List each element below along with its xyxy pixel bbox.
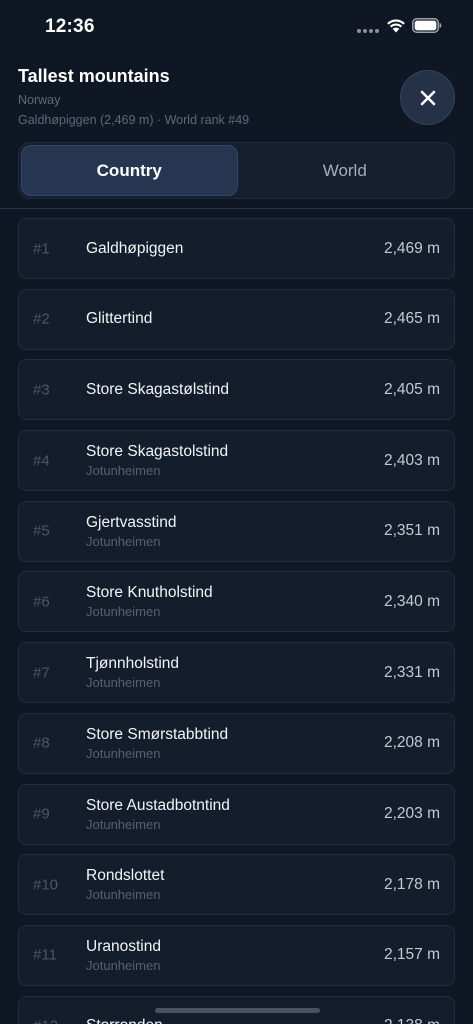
mountain-text: Store Austadbotntind Jotunheimen (86, 785, 230, 844)
mountain-rank: #1 (33, 240, 50, 257)
mountain-height: 2,351 m (383, 522, 440, 540)
mountain-name: Gjertvasstind (86, 513, 177, 531)
mountain-height: 2,138 m (384, 1017, 440, 1024)
mountain-height: 2,331 m (383, 663, 440, 681)
close-icon (420, 90, 435, 105)
mountain-region: Jotunheimen (86, 533, 161, 549)
mountain-name: Store Knutholstind (86, 584, 213, 602)
close-button[interactable] (400, 70, 455, 125)
mountain-row[interactable]: #4 Store Skagastolstind Jotunheimen 2,403 m (18, 430, 455, 492)
mountain-rank: #9 (33, 805, 50, 823)
mountain-height: 2,340 m (383, 592, 440, 610)
mountain-text: Galdhøpiggen (86, 219, 183, 278)
mountain-text: Uranostind Jotunheimen (86, 926, 161, 985)
mountain-row[interactable]: #5 Gjertvasstind Jotunheimen 2,351 m (18, 500, 455, 562)
mountain-name: Store Skagastølstind (86, 380, 230, 398)
mountain-name: Rondslottet (86, 867, 165, 885)
mountain-text: Store Skagastølstind (86, 360, 229, 419)
mountain-height: 2,465 m (383, 310, 440, 328)
status-time: 12:36 (45, 16, 95, 37)
mountain-text: Store Smørstabbtind Jotunheimen (86, 714, 228, 773)
mountain-name: Tjønnholstind (86, 655, 180, 673)
mountain-name: Uranostind (86, 937, 161, 955)
mountain-height: 2,157 m (383, 946, 440, 964)
mountain-height: 2,208 m (383, 734, 440, 752)
mountain-rank: #6 (33, 593, 50, 611)
mountain-region: Jotunheimen (86, 887, 161, 903)
scope-segmented-control: Country World (18, 142, 455, 199)
mountain-height: 2,203 m (383, 805, 440, 822)
mountain-row[interactable]: #8 Store Smørstabbtind Jotunheimen 2,208 m (18, 712, 455, 774)
mountain-rank: #7 (33, 664, 50, 682)
mountain-region: Jotunheimen (86, 816, 161, 832)
mountain-height: 2,469 m (383, 239, 440, 257)
mountain-rank: #8 (33, 734, 50, 752)
mountain-height: 2,405 m (383, 380, 440, 398)
country-name: Norway (18, 93, 61, 107)
mountain-name: Store Skagastolstind (86, 443, 229, 461)
mountain-text: Store Skagastolstind Jotunheimen (86, 431, 228, 490)
mountain-height: 2,178 m (383, 875, 440, 893)
mountain-row[interactable]: #2 Glittertind 2,465 m (18, 288, 455, 350)
mountain-rank: #12 (33, 1018, 58, 1024)
tab-world[interactable]: World (238, 145, 453, 196)
mountain-rank: #2 (33, 310, 50, 328)
mountain-row[interactable]: #11 Uranostind Jotunheimen 2,157 m (18, 924, 455, 986)
mountain-row[interactable]: #6 Store Knutholstind Jotunheimen 2,340 m (18, 571, 455, 633)
mountain-name: Glittertind (86, 310, 153, 328)
mountain-row[interactable]: #10 Rondslottet Jotunheimen 2,178 m (18, 854, 455, 916)
mountain-rank: #10 (33, 876, 59, 894)
mountain-row[interactable]: #3 Store Skagastølstind 2,405 m (18, 359, 455, 421)
mountain-name: Store Austadbotntind (86, 796, 230, 814)
mountain-row[interactable]: #1 Galdhøpiggen 2,469 m (18, 218, 455, 279)
mountain-text: Rondslottet Jotunheimen (86, 855, 164, 914)
mountain-text: Storronden (86, 997, 163, 1024)
mountain-list: #1 Galdhøpiggen 2,469 m #2 Glittertind 2,465 … (18, 218, 455, 1024)
mountain-rank: #3 (33, 381, 50, 399)
mountain-ranking-screen: 12:36 Tallest mountains Norway Galdhøpig… (0, 0, 473, 1024)
mountain-rank: #4 (33, 452, 50, 470)
mountain-region: Jotunheimen (86, 675, 161, 691)
mountain-text: Store Knutholstind Jotunheimen (86, 572, 213, 631)
mountain-text: Gjertvasstind Jotunheimen (86, 502, 176, 561)
mountain-rank: #11 (33, 946, 57, 964)
mountain-row[interactable]: #7 Tjønnholstind Jotunheimen 2,331 m (18, 642, 455, 704)
mountain-region: Jotunheimen (86, 463, 161, 479)
header-divider (0, 208, 473, 209)
mountain-region: Jotunheimen (86, 604, 161, 620)
page-title: Tallest mountains (18, 66, 170, 86)
mountain-name: Store Smørstabbtind (86, 725, 229, 743)
mountain-name: Storronden (86, 1016, 163, 1024)
wifi-icon (387, 19, 405, 33)
mountain-region: Jotunheimen (86, 745, 161, 761)
mountain-row[interactable]: #9 Store Austadbotntind Jotunheimen 2,203 m (18, 783, 455, 845)
status-bar: 12:36 (0, 0, 473, 54)
cellular-signal-icon (357, 29, 379, 33)
mountain-text: Tjønnholstind Jotunheimen (86, 643, 179, 702)
peak-summary: Galdhøpiggen (2,469 m) · World rank #49 (18, 113, 250, 127)
home-indicator (155, 1008, 320, 1013)
mountain-region: Jotunheimen (86, 957, 161, 973)
battery-icon (412, 18, 442, 33)
mountain-text: Glittertind (86, 290, 152, 349)
mountain-name: Galdhøpiggen (86, 239, 184, 257)
tab-country[interactable]: Country (21, 145, 238, 196)
mountain-rank: #5 (33, 522, 50, 540)
mountain-height: 2,403 m (383, 451, 440, 469)
